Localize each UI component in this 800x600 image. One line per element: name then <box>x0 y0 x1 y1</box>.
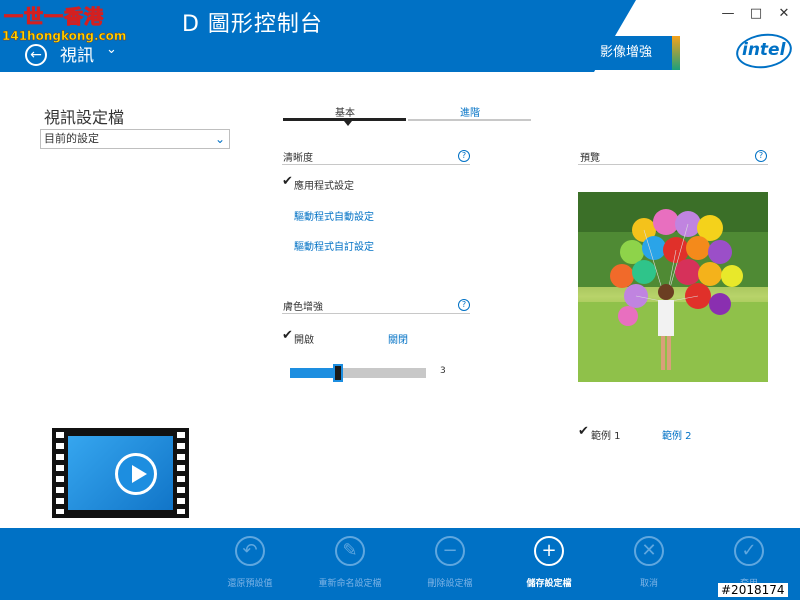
app-title: D 圖形控制台 <box>182 12 323 37</box>
rename-profile-button[interactable]: ✎ 重新命名設定檔 <box>305 528 395 600</box>
intel-logo: intel <box>742 40 786 60</box>
slider-handle[interactable] <box>333 364 343 382</box>
tab-color-stripe <box>672 36 680 70</box>
help-icon[interactable]: ? <box>458 150 470 162</box>
close-icon: ✕ <box>634 536 664 566</box>
sharpness-title: 清晰度 <box>283 153 313 164</box>
rename-profile-label: 重新命名設定檔 <box>318 579 382 589</box>
help-icon[interactable]: ? <box>755 150 767 162</box>
save-profile-button[interactable]: + 儲存設定檔 <box>504 528 594 600</box>
profile-title: 視訊設定檔 <box>44 108 125 127</box>
help-icon[interactable]: ? <box>458 299 470 311</box>
chevron-down-icon: ⌄ <box>214 132 225 146</box>
sharpness-app-setting[interactable]: 應用程式設定 <box>294 177 354 192</box>
undo-icon: ↶ <box>235 536 265 566</box>
restore-defaults-label: 還原預設值 <box>227 579 273 589</box>
color-enhance-divider <box>282 313 470 314</box>
sharpness-driver-auto[interactable]: 驅動程式自動設定 <box>294 208 374 223</box>
slider-fill <box>290 368 338 378</box>
video-film-icon <box>52 428 189 518</box>
minus-icon: − <box>435 536 465 566</box>
preview-image <box>578 192 768 382</box>
delete-profile-label: 刪除設定檔 <box>427 579 473 589</box>
color-enhance-title: 膚色增強 <box>283 302 323 313</box>
minimize-button[interactable]: — <box>720 6 736 21</box>
tab-advanced[interactable]: 進階 <box>410 104 530 119</box>
color-enhance-on[interactable]: 開啟 <box>294 331 314 346</box>
preview-divider <box>578 164 768 165</box>
play-icon <box>115 453 157 495</box>
maximize-button[interactable]: □ <box>748 6 764 21</box>
film-frame <box>68 436 173 510</box>
save-profile-label: 儲存設定檔 <box>526 579 572 589</box>
pencil-icon: ✎ <box>335 536 365 566</box>
checkmark-icon[interactable]: ✔ <box>282 174 293 189</box>
sample-2[interactable]: 範例 2 <box>662 427 692 442</box>
sample-1[interactable]: 範例 1 <box>591 427 621 442</box>
balloon-photo <box>578 192 768 382</box>
checkmark-icon[interactable]: ✔ <box>282 328 293 343</box>
film-holes-right <box>177 432 185 514</box>
watermark-line1: 一世一香港 <box>3 6 105 29</box>
film-holes-left <box>56 432 64 514</box>
chevron-down-icon[interactable]: ⌄ <box>106 42 117 57</box>
delete-profile-button[interactable]: − 刪除設定檔 <box>405 528 495 600</box>
section-title[interactable]: 視訊 <box>60 41 94 66</box>
color-enhance-off[interactable]: 關閉 <box>388 331 408 346</box>
plus-icon: + <box>534 536 564 566</box>
checkmark-icon[interactable]: ✔ <box>578 424 589 439</box>
app-header: D 圖形控制台 一世一香港 141hongkong.com ← 視訊 ⌄ 影像增… <box>0 0 800 72</box>
tab-advanced-underline <box>408 119 531 121</box>
sharpness-divider <box>282 164 470 165</box>
preview-title: 預覽 <box>580 153 600 164</box>
profile-dropdown[interactable]: 目前的設定 ⌄ <box>40 129 230 149</box>
back-arrow-icon[interactable]: ← <box>25 44 47 66</box>
cancel-label: 取消 <box>639 579 658 589</box>
bottom-toolbar: ↶ 還原預設值 ✎ 重新命名設定檔 − 刪除設定檔 + 儲存設定檔 ✕ 取消 ✓… <box>0 528 800 600</box>
image-id-label: #2018174 <box>718 583 788 597</box>
slider-value: 3 <box>440 366 446 376</box>
profile-selected-value: 目前的設定 <box>44 132 99 145</box>
cancel-button[interactable]: ✕ 取消 <box>604 528 694 600</box>
close-button[interactable]: ✕ <box>776 6 792 21</box>
tab-image-enhancement[interactable]: 影像增強 <box>580 36 672 70</box>
tab-pointer-icon <box>344 121 352 126</box>
check-icon: ✓ <box>734 536 764 566</box>
tab-basic[interactable]: 基本 <box>286 104 404 119</box>
restore-defaults-button[interactable]: ↶ 還原預設值 <box>205 528 295 600</box>
sharpness-driver-custom[interactable]: 驅動程式自訂設定 <box>294 238 374 253</box>
